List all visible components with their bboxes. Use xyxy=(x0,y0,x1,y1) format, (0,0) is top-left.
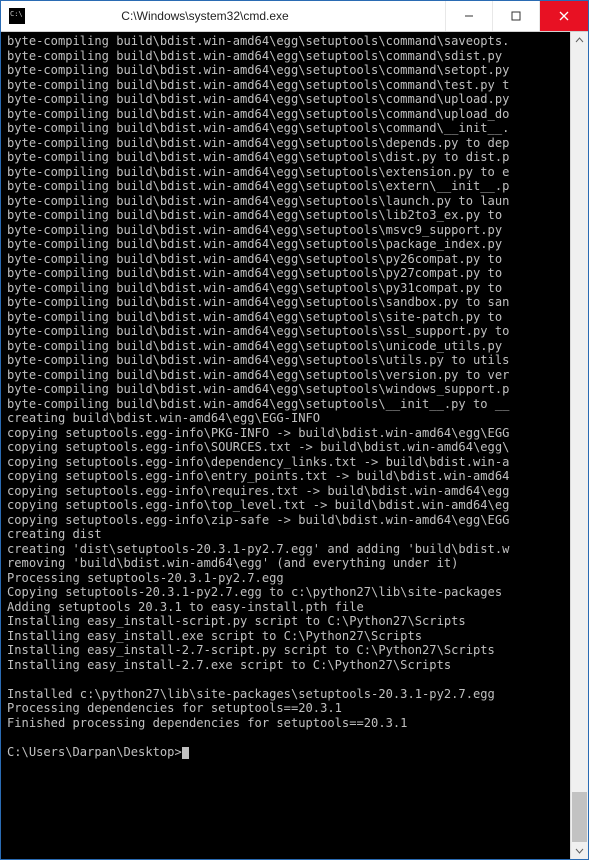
window-controls xyxy=(445,1,588,31)
scroll-down-button[interactable] xyxy=(571,842,588,859)
scroll-thumb[interactable] xyxy=(572,792,587,842)
terminal-area: byte-compiling build\bdist.win-amd64\egg… xyxy=(1,32,588,859)
minimize-icon xyxy=(464,11,474,21)
maximize-button[interactable] xyxy=(492,1,539,31)
terminal-output[interactable]: byte-compiling build\bdist.win-amd64\egg… xyxy=(1,32,570,859)
cmd-icon xyxy=(9,8,25,24)
window-title: C:\Windows\system32\cmd.exe xyxy=(0,9,445,23)
vertical-scrollbar[interactable] xyxy=(570,32,588,859)
scroll-up-button[interactable] xyxy=(571,32,588,49)
prompt-line: C:\Users\Darpan\Desktop> xyxy=(7,745,182,759)
scroll-track[interactable] xyxy=(571,49,588,842)
close-icon xyxy=(559,11,569,21)
cmd-window: C:\Windows\system32\cmd.exe byte-compili… xyxy=(0,0,589,860)
minimize-button[interactable] xyxy=(445,1,492,31)
cursor xyxy=(182,747,189,759)
close-button[interactable] xyxy=(539,1,588,31)
titlebar[interactable]: C:\Windows\system32\cmd.exe xyxy=(1,1,588,32)
chevron-up-icon xyxy=(575,36,584,45)
maximize-icon xyxy=(511,11,521,21)
chevron-down-icon xyxy=(575,846,584,855)
